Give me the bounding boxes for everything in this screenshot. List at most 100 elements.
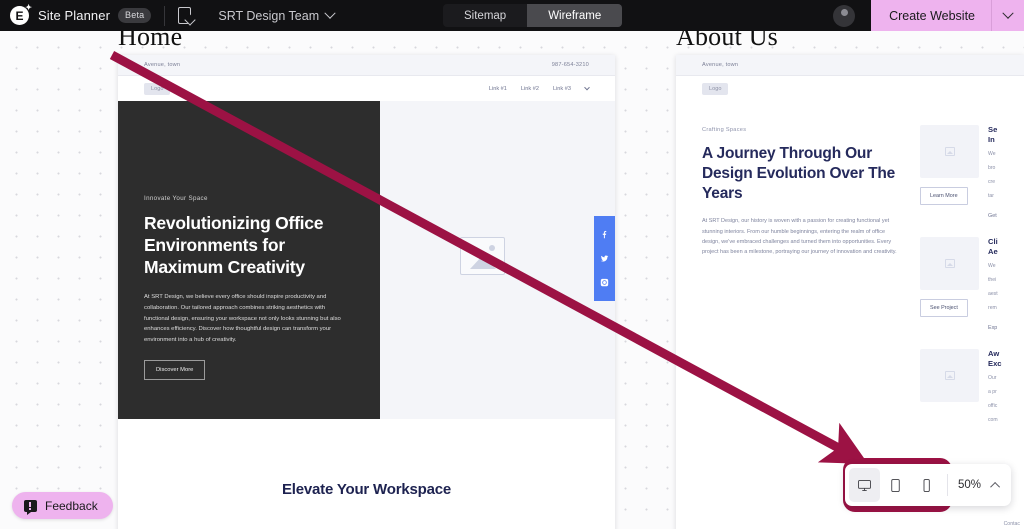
about-card-title-2: Exc [988, 359, 1002, 369]
twitter-icon[interactable] [600, 254, 609, 263]
about-card-body-3: offic [988, 403, 998, 410]
image-placeholder-icon [920, 236, 979, 290]
about-card-link[interactable]: Exp [988, 325, 998, 331]
home-social-rail [594, 216, 615, 301]
zoom-dropdown-button[interactable] [985, 468, 1007, 502]
feedback-icon [24, 499, 37, 515]
about-address-text: Avenue, town [702, 62, 739, 68]
about-card-title-2: In [988, 135, 995, 145]
page-title-about: About Us [676, 31, 778, 51]
see-project-button[interactable]: See Project [920, 298, 968, 317]
topbar-right-group: Create Website [833, 0, 1024, 31]
home-nav-link-2[interactable]: Link #2 [521, 86, 539, 92]
site-planner-app: E ✦ Site Planner Beta SRT Design Team Sit… [0, 0, 1024, 529]
about-card-body-3: cre [988, 179, 996, 186]
chevron-down-icon [584, 84, 590, 90]
home-hero-paragraph: At SRT Design, we believe every office s… [144, 294, 341, 344]
home-logo-placeholder: Logo [144, 82, 171, 95]
about-card[interactable]: See Project Cli Ae We thei aest rem Exp [920, 236, 1024, 331]
about-footnote: Contac [1003, 521, 1020, 527]
image-placeholder-icon [460, 237, 505, 275]
about-card-body-4: tar [988, 193, 994, 200]
mobile-view-button[interactable] [911, 468, 942, 502]
about-card-link[interactable]: Get [988, 213, 997, 219]
document-edit-icon[interactable] [178, 7, 197, 26]
create-website-button[interactable]: Create Website [871, 0, 1024, 31]
toolbar-divider [947, 474, 948, 496]
home-nav-links: Link #1 Link #2 Link #3 [489, 84, 590, 92]
home-nav-bar: Logo Link #1 Link #2 Link #3 [118, 76, 615, 101]
avatar[interactable] [833, 4, 856, 27]
tab-wireframe[interactable]: Wireframe [527, 4, 623, 27]
about-card-body-3: aest [988, 291, 998, 298]
page-title-home: Home [118, 31, 183, 51]
instagram-icon[interactable] [600, 278, 609, 287]
learn-more-button[interactable]: Learn More [920, 187, 968, 205]
home-hero-section: Innovate Your Space Revolutionizing Offi… [118, 101, 615, 419]
about-card-text: Cli Ae We thei aest rem Exp [988, 237, 998, 331]
about-card-body-4: com [988, 417, 998, 423]
about-nav-bar: Logo [676, 76, 1024, 101]
wireframe-canvas[interactable]: Home About Us Avenue, town 987-654-3210 … [0, 31, 1024, 529]
discover-more-button[interactable]: Discover More [144, 359, 206, 380]
app-title: Site Planner [38, 8, 111, 23]
home-hero-text-panel: Innovate Your Space Revolutionizing Offi… [118, 101, 380, 419]
tablet-icon [891, 478, 900, 492]
beta-badge: Beta [118, 8, 152, 23]
home-phone-text: 987-654-3210 [551, 62, 589, 68]
tab-sitemap[interactable]: Sitemap [443, 4, 527, 27]
home-bottom-heading: Elevate Your Workspace [281, 481, 451, 498]
chevron-down-icon [324, 7, 336, 19]
feedback-label: Feedback [45, 498, 98, 513]
about-card-title: Cli [988, 236, 998, 246]
about-logo-placeholder: Logo [702, 82, 729, 95]
home-top-strip: Avenue, town 987-654-3210 [118, 55, 615, 76]
home-nav-link-1[interactable]: Link #1 [489, 86, 507, 92]
about-card-text: Se In We bro cre tar Get [988, 125, 997, 219]
top-bar: E ✦ Site Planner Beta SRT Design Team Sit… [0, 0, 1024, 31]
view-mode-tabs: Sitemap Wireframe [443, 4, 623, 27]
chevron-down-icon [1002, 7, 1014, 19]
chevron-up-icon [989, 481, 1000, 492]
about-card-title: Aw [988, 348, 1000, 358]
about-card-body-1: We [988, 263, 996, 270]
team-selector[interactable]: SRT Design Team [218, 7, 336, 23]
image-placeholder-icon [920, 125, 979, 178]
about-card-body-1: Our [988, 375, 997, 382]
facebook-icon[interactable] [600, 230, 609, 239]
device-buttons [849, 468, 942, 502]
image-placeholder-icon [920, 348, 979, 402]
home-hero-heading: Revolutionizing Office Environments for … [144, 213, 324, 278]
about-card-body-1: We [988, 151, 996, 158]
topbar-divider [164, 5, 166, 26]
about-card-text: Aw Exc Our a pr offic com [988, 349, 1002, 425]
site-planner-logo-icon: E ✦ [10, 3, 32, 25]
wireframe-frame-about[interactable]: Avenue, town Logo Crafting Spaces A Jour… [676, 55, 1024, 529]
device-toolbar: 50% [845, 464, 1012, 506]
topbar-left-group: E ✦ Site Planner Beta SRT Design Team [0, 0, 336, 31]
wireframe-frame-home[interactable]: Avenue, town 987-654-3210 Logo Link #1 L… [118, 55, 615, 529]
about-eyebrow: Crafting Spaces [702, 127, 747, 133]
mobile-icon [923, 478, 930, 492]
home-nav-link-3[interactable]: Link #3 [553, 86, 571, 92]
about-paragraph: At SRT Design, our history is woven with… [702, 218, 897, 255]
home-bottom-section: Elevate Your Workspace [118, 419, 615, 529]
about-card-body-2: thei [988, 277, 997, 284]
sparkle-icon: ✦ [25, 3, 32, 12]
zoom-level-value[interactable]: 50% [953, 479, 985, 491]
tablet-view-button[interactable] [880, 468, 911, 502]
about-card-body-2: a pr [988, 389, 997, 396]
about-card[interactable]: Learn More Se In We bro cre tar Get [920, 125, 1024, 219]
create-website-dropdown[interactable] [992, 0, 1024, 31]
desktop-icon [858, 479, 871, 491]
feedback-button[interactable]: Feedback [12, 492, 113, 519]
team-name-label: SRT Design Team [218, 8, 320, 23]
home-address-text: Avenue, town [144, 62, 181, 68]
about-card-title-2: Ae [988, 247, 998, 257]
about-heading: A Journey Through Our Design Evolution O… [702, 145, 896, 202]
home-hero-eyebrow: Innovate Your Space [144, 195, 208, 202]
about-card[interactable]: Aw Exc Our a pr offic com [920, 348, 1024, 425]
about-card-body-2: bro [988, 165, 996, 172]
desktop-view-button[interactable] [849, 468, 880, 502]
create-website-label: Create Website [889, 8, 975, 23]
